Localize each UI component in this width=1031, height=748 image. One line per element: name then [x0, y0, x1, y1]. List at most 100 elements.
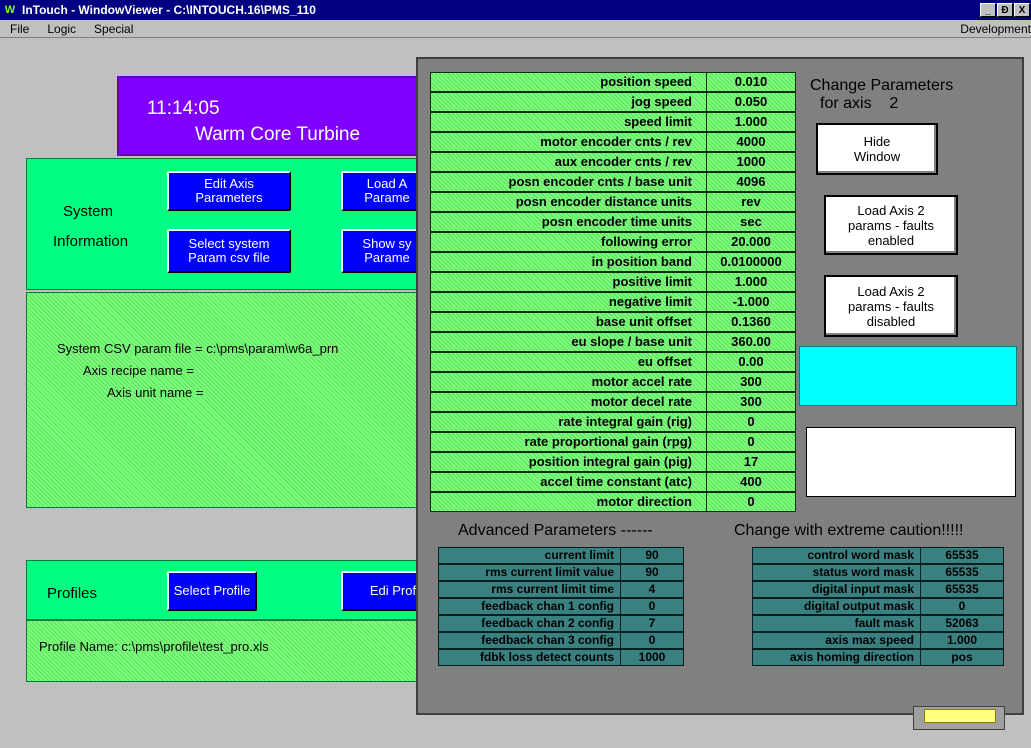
csv-info-panel: System CSV param file = c:\pms\param\w6a… [26, 292, 426, 508]
advanced-param-value[interactable]: 65535 [921, 582, 1003, 597]
menu-file[interactable]: File [10, 22, 29, 36]
advanced-param-value[interactable]: 90 [621, 548, 683, 563]
param-value[interactable]: 4000 [707, 133, 795, 151]
profile-name-panel: Profile Name: c:\pms\profile\test_pro.xl… [26, 620, 426, 682]
menu-special[interactable]: Special [94, 22, 133, 36]
change-parameters-title: Change Parameters for axis 2 [810, 77, 953, 113]
param-value[interactable]: 0.050 [707, 93, 795, 111]
yellow-indicator-button[interactable] [913, 706, 1005, 730]
menu-logic[interactable]: Logic [47, 22, 76, 36]
param-value[interactable]: 1.000 [707, 113, 795, 131]
param-value[interactable]: 1000 [707, 153, 795, 171]
advanced-param-label: feedback chan 1 config [439, 599, 621, 614]
csv-file-text: System CSV param file = c:\pms\param\w6a… [57, 341, 339, 356]
load-axis-faults-disabled-button[interactable]: Load Axis 2 params - faults disabled [824, 275, 958, 337]
param-row: positive limit 1.000 [430, 272, 796, 292]
restore-button[interactable]: Ɖ [997, 3, 1013, 17]
param-label: eu slope / base unit [431, 333, 707, 351]
param-value[interactable]: 0.00 [707, 353, 795, 371]
advanced-parameters-title: Advanced Parameters ------ [458, 522, 653, 539]
load-disabled-label: Load Axis 2 params - faults disabled [848, 283, 934, 329]
profiles-panel: Profiles Select Profile Edi Profi [26, 560, 427, 620]
param-value[interactable]: 0 [707, 433, 795, 451]
param-row: jog speed 0.050 [430, 92, 796, 112]
param-row: motor accel rate 300 [430, 372, 796, 392]
advanced-param-label: feedback chan 2 config [439, 616, 621, 631]
param-value[interactable]: 360.00 [707, 333, 795, 351]
param-value[interactable]: 20.000 [707, 233, 795, 251]
hide-window-button[interactable]: Hide Window [816, 123, 938, 175]
select-csv-file-button[interactable]: Select system Param csv file [167, 229, 291, 273]
minimize-button[interactable]: _ [980, 3, 996, 17]
advanced-param-label: current limit [439, 548, 621, 563]
advanced-param-value[interactable]: 90 [621, 565, 683, 580]
param-value[interactable]: 4096 [707, 173, 795, 191]
param-row: motor decel rate 300 [430, 392, 796, 412]
param-value[interactable]: 300 [707, 373, 795, 391]
advanced-param-row: digital output mask 0 [752, 598, 1004, 615]
menu-development[interactable]: Development [960, 22, 1031, 36]
param-value[interactable]: 0 [707, 413, 795, 431]
parameter-table: position speed 0.010 jog speed 0.050 speed l… [430, 72, 796, 512]
edit-profile-button[interactable]: Edi Profi [341, 571, 427, 611]
advanced-param-value[interactable]: 0 [921, 599, 1003, 614]
param-value[interactable]: 17 [707, 453, 795, 471]
param-value[interactable]: -1.000 [707, 293, 795, 311]
advanced-param-value[interactable]: 0 [621, 599, 683, 614]
param-row: rate proportional gain (rpg) 0 [430, 432, 796, 452]
advanced-param-label: digital output mask [753, 599, 921, 614]
param-value[interactable]: 0 [707, 493, 795, 511]
hide-window-label: Hide Window [853, 134, 901, 164]
param-row: aux encoder cnts / rev 1000 [430, 152, 796, 172]
load-axis-faults-enabled-button[interactable]: Load Axis 2 params - faults enabled [824, 195, 958, 255]
advanced-param-label: axis max speed [753, 633, 921, 648]
advanced-param-value[interactable]: pos [921, 650, 1003, 665]
intouch-app-icon[interactable]: W [2, 2, 18, 18]
advanced-param-row: rms current limit value 90 [438, 564, 684, 581]
param-label: motor encoder cnts / rev [431, 133, 707, 151]
param-row: negative limit -1.000 [430, 292, 796, 312]
param-value[interactable]: 0.010 [707, 73, 795, 91]
advanced-param-row: axis max speed 1.000 [752, 632, 1004, 649]
advanced-param-value[interactable]: 65535 [921, 548, 1003, 563]
advanced-param-value[interactable]: 1.000 [921, 633, 1003, 648]
advanced-param-row: feedback chan 2 config 7 [438, 615, 684, 632]
advanced-param-label: feedback chan 3 config [439, 633, 621, 648]
load-axis-parameters-button[interactable]: Load A Parame [341, 171, 427, 211]
advanced-param-label: digital input mask [753, 582, 921, 597]
system-label: System [63, 203, 114, 220]
axis-unit-text: Axis unit name = [107, 385, 204, 400]
param-row: eu offset 0.00 [430, 352, 796, 372]
param-value[interactable]: 400 [707, 473, 795, 491]
param-value[interactable]: sec [707, 213, 795, 231]
advanced-param-value[interactable]: 4 [621, 582, 683, 597]
close-button[interactable]: X [1014, 3, 1030, 17]
advanced-param-value[interactable]: 65535 [921, 565, 1003, 580]
advanced-param-label: rms current limit time [439, 582, 621, 597]
advanced-param-value[interactable]: 52063 [921, 616, 1003, 631]
param-value[interactable]: 300 [707, 393, 795, 411]
param-row: accel time constant (atc) 400 [430, 472, 796, 492]
information-label: Information [53, 233, 129, 250]
advanced-param-row: fault mask 52063 [752, 615, 1004, 632]
param-value[interactable]: 0.0100000 [707, 253, 795, 271]
param-label: posn encoder time units [431, 213, 707, 231]
advanced-param-value[interactable]: 1000 [621, 650, 683, 665]
select-profile-button[interactable]: Select Profile [167, 571, 257, 611]
param-value[interactable]: rev [707, 193, 795, 211]
param-label: posn encoder cnts / base unit [431, 173, 707, 191]
system-name: Warm Core Turbine [195, 124, 361, 145]
param-label: position integral gain (pig) [431, 453, 707, 471]
param-value[interactable]: 0.1360 [707, 313, 795, 331]
advanced-params-right: control word mask 65535 status word mask 65… [752, 547, 1004, 666]
show-system-parameters-button[interactable]: Show sy Parame [341, 229, 427, 273]
param-label: rate proportional gain (rpg) [431, 433, 707, 451]
advanced-param-label: rms current limit value [439, 565, 621, 580]
edit-axis-parameters-button[interactable]: Edit Axis Parameters [167, 171, 291, 211]
param-label: motor accel rate [431, 373, 707, 391]
advanced-param-row: axis homing direction pos [752, 649, 1004, 666]
param-label: in position band [431, 253, 707, 271]
param-value[interactable]: 1.000 [707, 273, 795, 291]
advanced-param-value[interactable]: 0 [621, 633, 683, 648]
advanced-param-value[interactable]: 7 [621, 616, 683, 631]
